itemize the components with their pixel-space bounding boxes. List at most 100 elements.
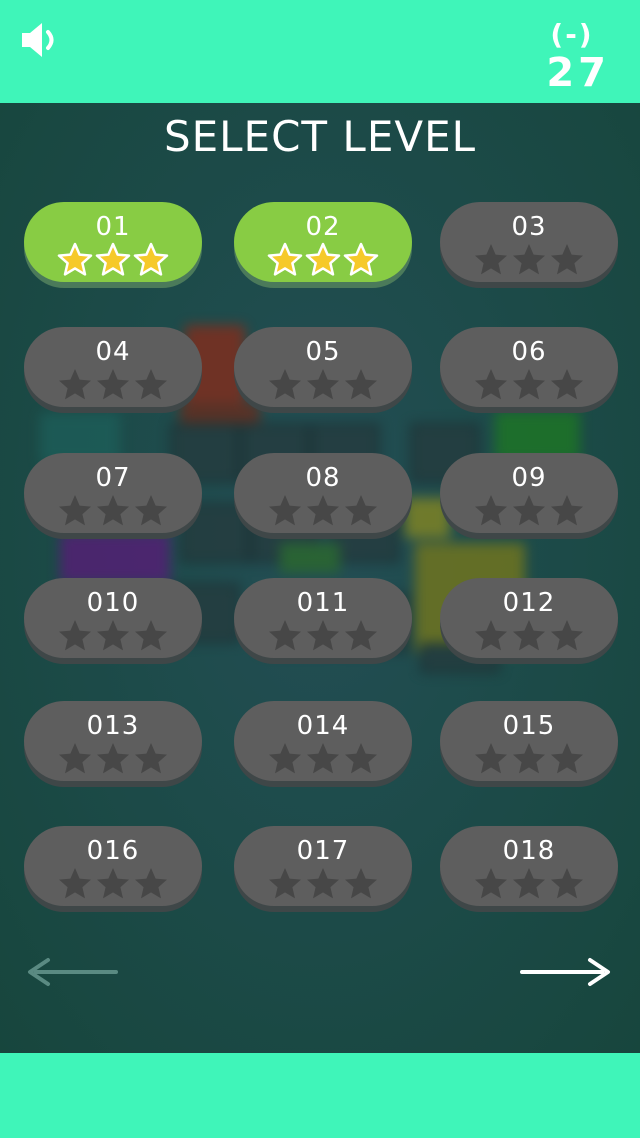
level-stars	[24, 493, 202, 529]
level-stars	[24, 618, 202, 654]
level-number: 012	[502, 588, 556, 618]
level-stars	[234, 367, 412, 403]
star-empty-icon	[59, 868, 91, 899]
star-empty-icon	[269, 369, 301, 400]
level-button-011[interactable]: 011	[234, 578, 412, 658]
level-stars	[440, 866, 618, 902]
level-number: 04	[95, 337, 131, 367]
level-button-015[interactable]: 015	[440, 701, 618, 781]
level-button-06[interactable]: 06	[440, 327, 618, 407]
star-empty-icon	[475, 495, 507, 526]
star-empty-icon	[513, 369, 545, 400]
level-button-018[interactable]: 018	[440, 826, 618, 906]
level-stars	[24, 367, 202, 403]
star-empty-icon	[475, 743, 507, 774]
level-button-04[interactable]: 04	[24, 327, 202, 407]
level-button-013[interactable]: 013	[24, 701, 202, 781]
star-empty-icon	[59, 369, 91, 400]
star-empty-icon	[307, 495, 339, 526]
level-number: 02	[305, 212, 341, 242]
level-number: 015	[502, 711, 556, 741]
star-empty-icon	[59, 743, 91, 774]
star-empty-icon	[551, 620, 583, 651]
level-button-09[interactable]: 09	[440, 453, 618, 533]
star-empty-icon	[307, 868, 339, 899]
star-empty-icon	[513, 868, 545, 899]
star-empty-icon	[59, 620, 91, 651]
star-empty-icon	[97, 495, 129, 526]
star-empty-icon	[135, 743, 167, 774]
level-number: 09	[511, 463, 547, 493]
level-button-017[interactable]: 017	[234, 826, 412, 906]
previous-page-button[interactable]	[24, 956, 118, 992]
level-button-07[interactable]: 07	[24, 453, 202, 533]
level-number: 011	[296, 588, 350, 618]
star-empty-icon	[475, 620, 507, 651]
level-stars	[440, 618, 618, 654]
star-empty-icon	[345, 868, 377, 899]
level-stars	[234, 866, 412, 902]
level-button-02[interactable]: 02	[234, 202, 412, 282]
star-empty-icon	[135, 868, 167, 899]
arrow-left-icon	[28, 958, 118, 986]
star-empty-icon	[513, 620, 545, 651]
level-number: 07	[95, 463, 131, 493]
star-empty-icon	[269, 743, 301, 774]
level-button-01[interactable]: 01	[24, 202, 202, 282]
star-filled-icon	[267, 242, 303, 276]
level-button-014[interactable]: 014	[234, 701, 412, 781]
star-empty-icon	[475, 244, 507, 275]
star-empty-icon	[97, 620, 129, 651]
level-number: 014	[296, 711, 350, 741]
star-empty-icon	[551, 369, 583, 400]
level-number: 013	[86, 711, 140, 741]
arrow-right-icon	[520, 958, 610, 986]
level-stars	[440, 493, 618, 529]
level-stars	[234, 741, 412, 777]
star-filled-icon	[305, 242, 341, 276]
next-page-button[interactable]	[520, 956, 614, 992]
star-empty-icon	[513, 495, 545, 526]
star-empty-icon	[269, 620, 301, 651]
level-button-010[interactable]: 010	[24, 578, 202, 658]
star-filled-icon	[95, 242, 131, 276]
level-stars	[24, 242, 202, 278]
level-stars	[440, 367, 618, 403]
level-button-03[interactable]: 03	[440, 202, 618, 282]
level-stars	[24, 741, 202, 777]
star-empty-icon	[269, 868, 301, 899]
star-empty-icon	[345, 620, 377, 651]
level-number: 010	[86, 588, 140, 618]
level-number: 08	[305, 463, 341, 493]
star-empty-icon	[307, 620, 339, 651]
star-empty-icon	[513, 244, 545, 275]
level-button-05[interactable]: 05	[234, 327, 412, 407]
star-empty-icon	[307, 743, 339, 774]
star-empty-icon	[513, 743, 545, 774]
level-button-012[interactable]: 012	[440, 578, 618, 658]
star-empty-icon	[59, 495, 91, 526]
level-button-016[interactable]: 016	[24, 826, 202, 906]
level-stars	[234, 493, 412, 529]
level-stars	[440, 242, 618, 278]
level-number: 017	[296, 836, 350, 866]
star-empty-icon	[97, 369, 129, 400]
level-stars	[234, 618, 412, 654]
level-number: 03	[511, 212, 547, 242]
star-empty-icon	[551, 495, 583, 526]
level-stars	[234, 242, 412, 278]
star-empty-icon	[135, 620, 167, 651]
level-button-08[interactable]: 08	[234, 453, 412, 533]
star-filled-icon	[57, 242, 93, 276]
star-empty-icon	[345, 369, 377, 400]
star-empty-icon	[135, 495, 167, 526]
level-number: 016	[86, 836, 140, 866]
level-number: 01	[95, 212, 131, 242]
level-number: 06	[511, 337, 547, 367]
star-filled-icon	[343, 242, 379, 276]
star-empty-icon	[97, 868, 129, 899]
star-empty-icon	[551, 244, 583, 275]
star-empty-icon	[345, 495, 377, 526]
level-stars	[440, 741, 618, 777]
star-empty-icon	[307, 369, 339, 400]
